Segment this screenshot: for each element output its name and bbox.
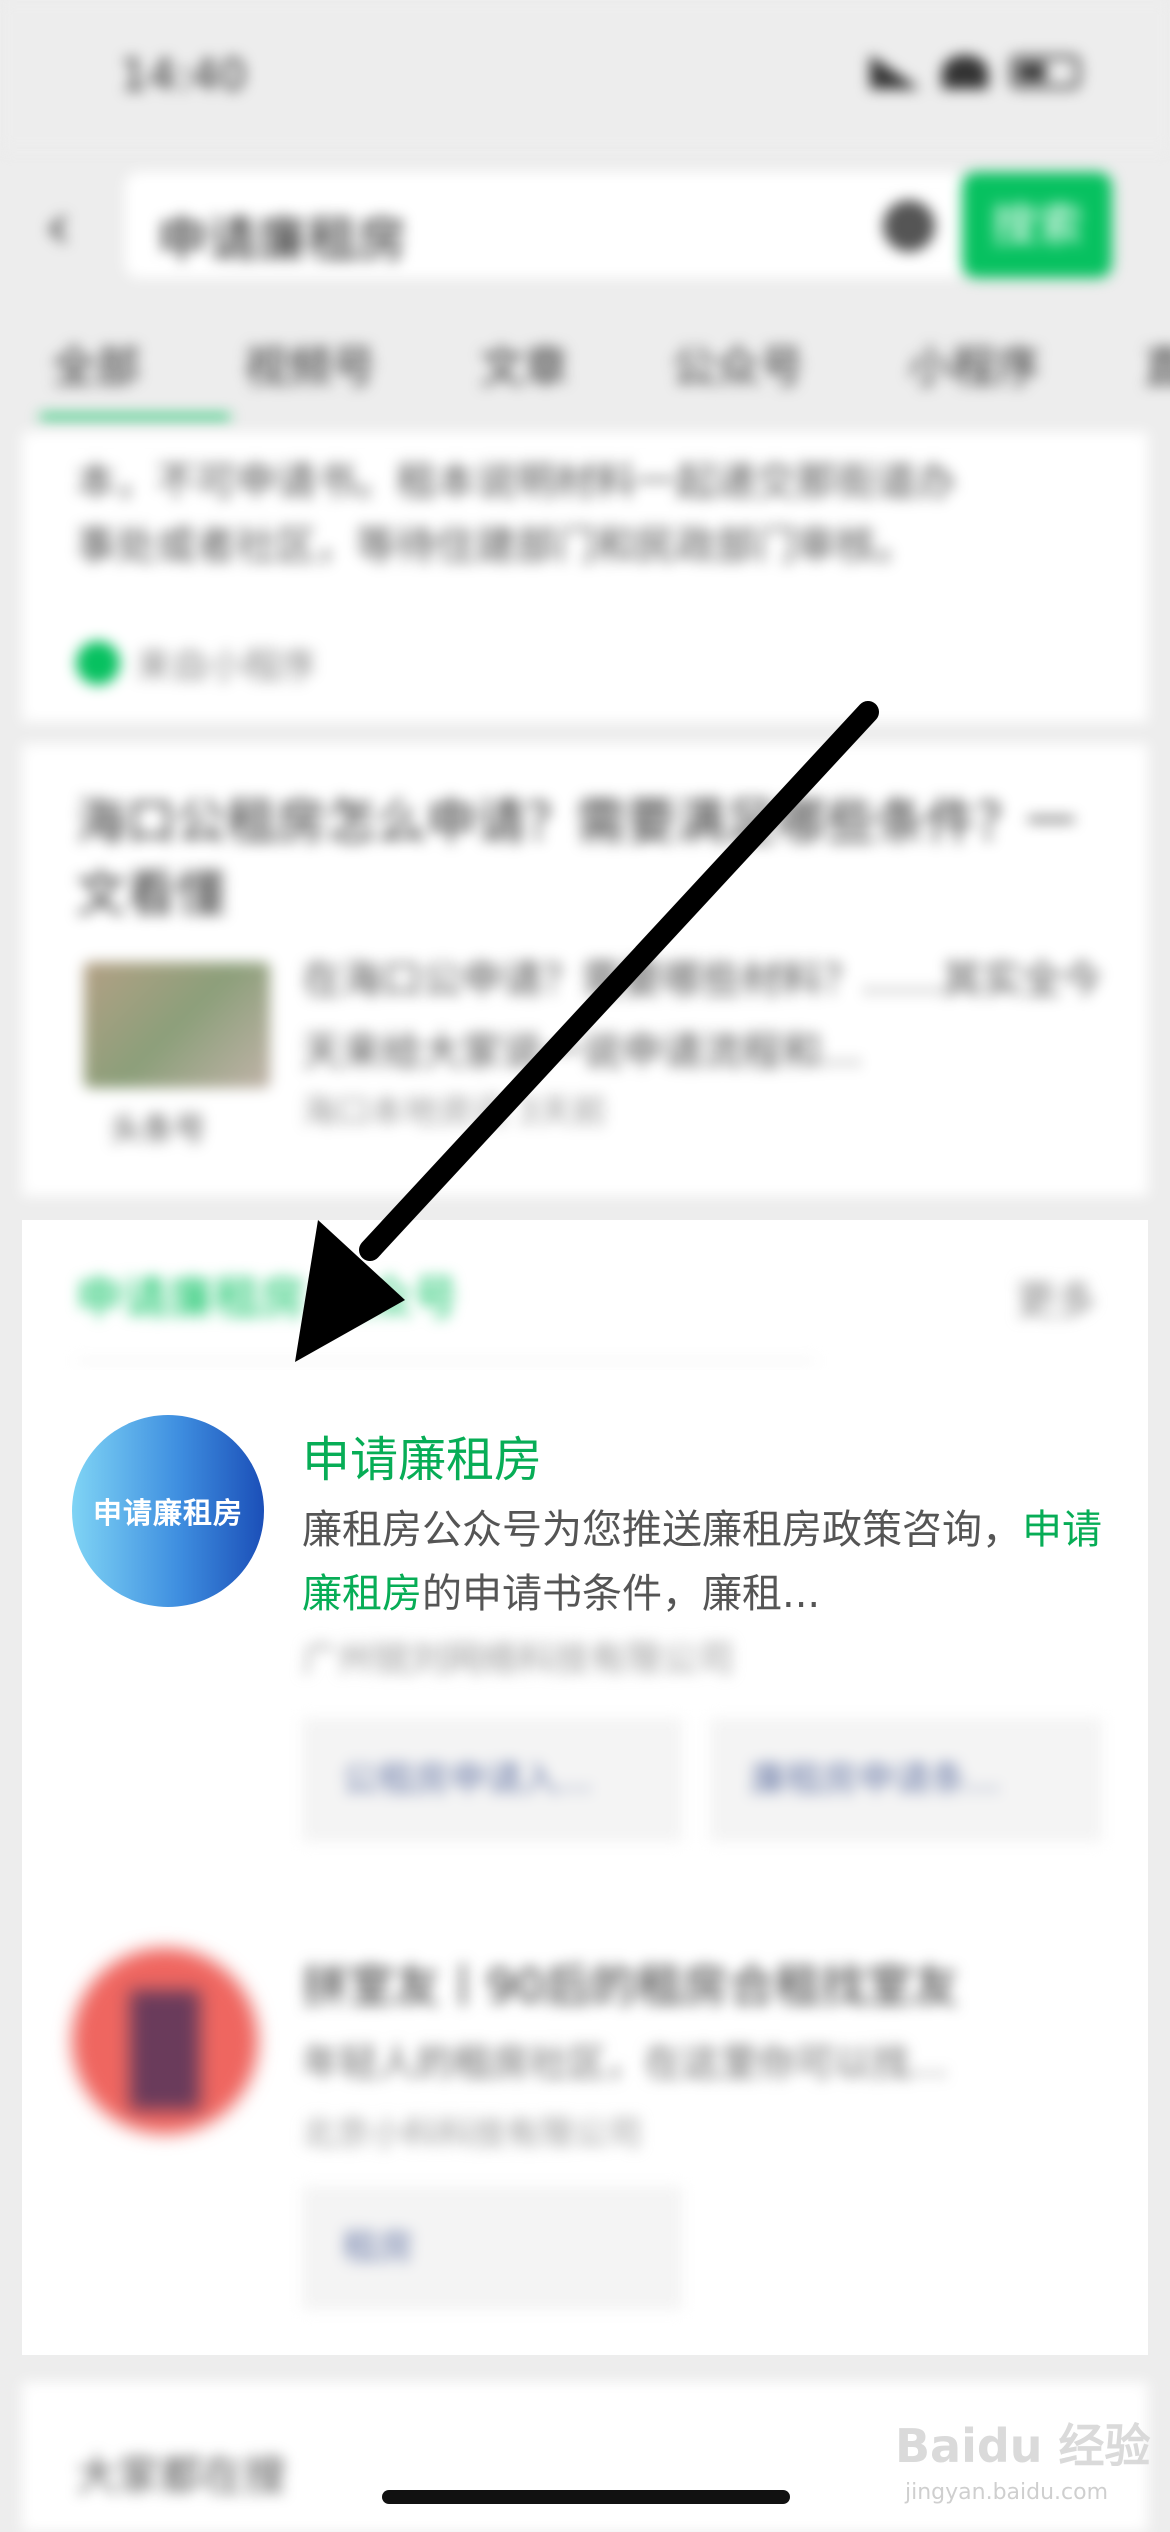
- desc-text: 廉租房公众号为您推送廉租房政策咨询，: [302, 1507, 1022, 1553]
- tab-channels[interactable]: 视频号: [244, 318, 376, 418]
- account-menu-chip[interactable]: 廉租房申请条...: [710, 1718, 1102, 1842]
- article-source-label: 头条号: [110, 1110, 207, 1148]
- account-company: 北京小科科技有限公司: [302, 2114, 642, 2154]
- desc-text: 的申请书条件，廉租...: [422, 1571, 821, 1617]
- search-box[interactable]: 申请廉租房: [125, 172, 965, 278]
- search-input[interactable]: 申请廉租房: [157, 200, 407, 272]
- result-card-mini-program[interactable]: 本，不可申请书。租本说明材料一起递交那街道办 事处或者社区，等待住建部门和民政部…: [22, 432, 1148, 722]
- snippet-line: 本，不可申请书。租本说明材料一起递交那街道办: [76, 459, 956, 505]
- divider: [76, 1360, 816, 1362]
- battery-icon: [1010, 55, 1080, 89]
- tab-all[interactable]: 全部: [52, 318, 140, 418]
- article-title[interactable]: 海口公租房怎么申请？需要满足哪些条件？一文看懂: [76, 786, 1096, 930]
- account-name[interactable]: 拼室友丨90后的租房合租找室友: [302, 1950, 959, 2016]
- account-name[interactable]: 申请廉租房: [302, 1420, 542, 1490]
- tab-articles[interactable]: 文章: [480, 318, 568, 418]
- filter-tabs: 全部 视频号 文章 公众号 小程序 直: [0, 318, 1170, 418]
- tab-official-accounts[interactable]: 公众号: [672, 318, 804, 418]
- related-searches-title: 大家都在搜: [76, 2451, 287, 2500]
- status-time: 14:40: [120, 50, 247, 101]
- official-account-item[interactable]: 申请廉租房 申请廉租房 廉租房公众号为您推送廉租房政策咨询，申请廉租房的申请书条…: [22, 1370, 1148, 1617]
- back-icon[interactable]: ‹: [45, 190, 71, 264]
- account-menu-chip[interactable]: 公租房申请入...: [302, 1718, 682, 1842]
- avatar-text: 申请廉租房: [92, 1496, 243, 1530]
- account-description: 廉租房公众号为您推送廉租房政策咨询，申请廉租房的申请书条件，廉租...: [302, 1498, 1122, 1626]
- account-menu-chip[interactable]: 租房: [302, 2186, 682, 2310]
- tab-more[interactable]: 直: [1144, 318, 1170, 418]
- clear-icon[interactable]: [883, 200, 935, 252]
- source-label: 来自小程序: [136, 646, 317, 687]
- mini-program-icon: [76, 641, 120, 685]
- home-indicator[interactable]: [382, 2490, 790, 2504]
- account-avatar: 申请廉租房: [72, 1415, 264, 1607]
- account-description: 年轻人的租房社区，在这里你可以找…: [302, 2041, 949, 2085]
- more-link[interactable]: 更多: [1016, 1268, 1096, 1326]
- search-button[interactable]: 搜索: [962, 172, 1112, 278]
- snippet-line: 事处或者社区，等待住建部门和民政部门审核。: [76, 523, 916, 569]
- status-bar: 14:40: [0, 0, 1170, 150]
- account-company: 广州锐刘网络科技有限公司: [302, 1639, 735, 1680]
- article-meta: 海口本地资讯 3天前: [302, 1092, 607, 1132]
- tab-mini-programs[interactable]: 小程序: [908, 318, 1040, 418]
- result-card-article[interactable]: 海口公租房怎么申请？需要满足哪些条件？一文看懂 头条号 在海口公申请？需要哪些材…: [22, 744, 1148, 1196]
- article-snippet: 在海口公申请？需要哪些材料？……其实全今天来给大家说一说申请流程和…: [302, 957, 1102, 1075]
- signal-icon: [870, 55, 920, 89]
- section-title: 申请廉租房 公众号: [76, 1271, 459, 1325]
- baidu-watermark-logo: Baidu 经验: [895, 2419, 1151, 2473]
- status-icons: [870, 55, 1080, 89]
- wifi-icon: [942, 55, 988, 89]
- signpost-icon: [130, 1990, 200, 2110]
- baidu-watermark-url: jingyan.baidu.com: [905, 2480, 1109, 2505]
- card-snippet: 本，不可申请书。租本说明材料一起递交那街道办 事处或者社区，等待住建部门和民政部…: [76, 450, 1096, 578]
- search-header: ‹ 申请廉租房 搜索: [0, 150, 1170, 300]
- tab-active-indicator: [40, 414, 230, 420]
- card-source: 来自小程序: [76, 637, 316, 689]
- article-thumbnail: [84, 962, 270, 1088]
